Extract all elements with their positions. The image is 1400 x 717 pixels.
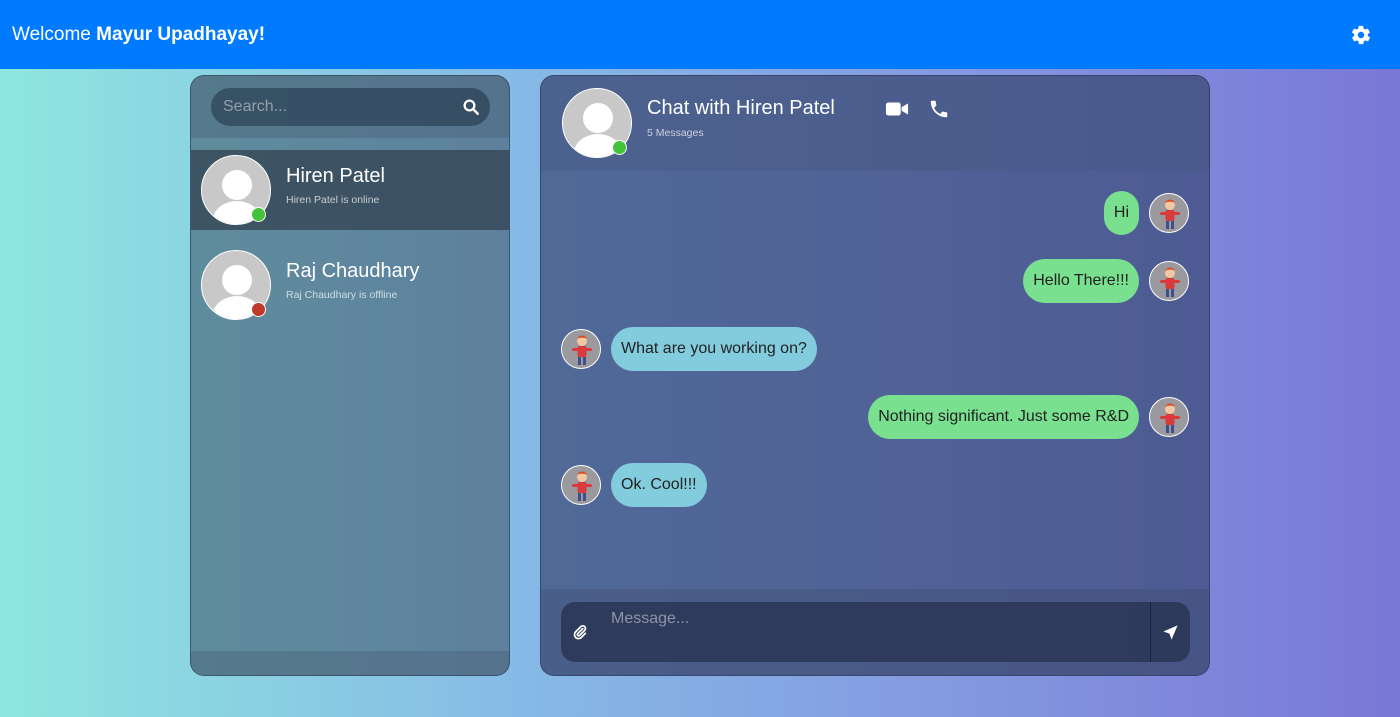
message-list: Hi Hello There!!! What are you working o… xyxy=(541,171,1209,591)
message-received: What are you working on? xyxy=(561,327,1189,371)
message-sent: Nothing significant. Just some R&D xyxy=(561,395,1189,439)
contact-name: Raj Chaudhary xyxy=(286,259,420,282)
search-icon[interactable] xyxy=(462,98,480,116)
avatar xyxy=(561,465,601,505)
contact-list: Hiren Patel Hiren Patel is online Raj Ch… xyxy=(191,138,509,325)
user-name: Mayur Upadhayay! xyxy=(96,23,266,45)
message-bubble: Hi xyxy=(1103,191,1139,235)
cartoon-boy-avatar xyxy=(1160,267,1180,297)
gear-icon[interactable] xyxy=(1350,24,1372,46)
online-status-dot xyxy=(612,140,627,155)
welcome-text: Welcome Mayur Upadhayay! xyxy=(12,24,265,46)
video-camera-icon[interactable] xyxy=(885,98,909,120)
chat-panel: Chat with Hiren Patel 5 Messages Hi Hell… xyxy=(540,75,1210,676)
chat-header: Chat with Hiren Patel 5 Messages xyxy=(541,76,1209,171)
offline-status-dot xyxy=(251,302,266,317)
avatar xyxy=(1149,397,1189,437)
message-input[interactable] xyxy=(599,602,1150,662)
message-count: 5 Messages xyxy=(647,127,704,139)
contacts-footer xyxy=(191,651,509,675)
contacts-header xyxy=(191,76,509,138)
cartoon-boy-avatar xyxy=(572,335,592,365)
contact-status: Raj Chaudhary is offline xyxy=(286,288,398,301)
avatar xyxy=(561,329,601,369)
online-status-dot xyxy=(251,207,266,222)
chat-title: Chat with Hiren Patel xyxy=(647,97,835,119)
contact-item-raj-chaudhary[interactable]: Raj Chaudhary Raj Chaudhary is offline xyxy=(191,245,509,325)
message-composer xyxy=(541,589,1209,675)
message-sent: Hi xyxy=(561,191,1189,235)
search-input[interactable] xyxy=(223,98,462,116)
welcome-prefix: Welcome xyxy=(12,23,91,45)
send-button[interactable] xyxy=(1150,602,1190,662)
message-bubble: Ok. Cool!!! xyxy=(611,463,707,507)
message-sent: Hello There!!! xyxy=(561,259,1189,303)
cartoon-boy-avatar xyxy=(1160,199,1180,229)
contact-item-hiren-patel[interactable]: Hiren Patel Hiren Patel is online xyxy=(191,150,509,230)
message-bubble: Nothing significant. Just some R&D xyxy=(868,395,1139,439)
paperclip-icon xyxy=(573,624,587,640)
message-bubble: What are you working on? xyxy=(611,327,817,371)
attach-button[interactable] xyxy=(561,602,599,662)
message-bubble: Hello There!!! xyxy=(1023,259,1139,303)
contact-name: Hiren Patel xyxy=(286,164,385,187)
message-received: Ok. Cool!!! xyxy=(561,463,1189,507)
composer-box xyxy=(561,602,1190,662)
avatar xyxy=(1149,193,1189,233)
contacts-panel: Hiren Patel Hiren Patel is online Raj Ch… xyxy=(190,75,510,676)
chat-actions xyxy=(885,98,951,120)
top-bar: Welcome Mayur Upadhayay! xyxy=(0,0,1400,69)
search-box xyxy=(211,88,490,126)
cartoon-boy-avatar xyxy=(572,471,592,501)
avatar xyxy=(1149,261,1189,301)
send-icon xyxy=(1163,624,1178,640)
contact-status: Hiren Patel is online xyxy=(286,193,380,206)
phone-icon[interactable] xyxy=(927,98,951,120)
cartoon-boy-avatar xyxy=(1160,403,1180,433)
